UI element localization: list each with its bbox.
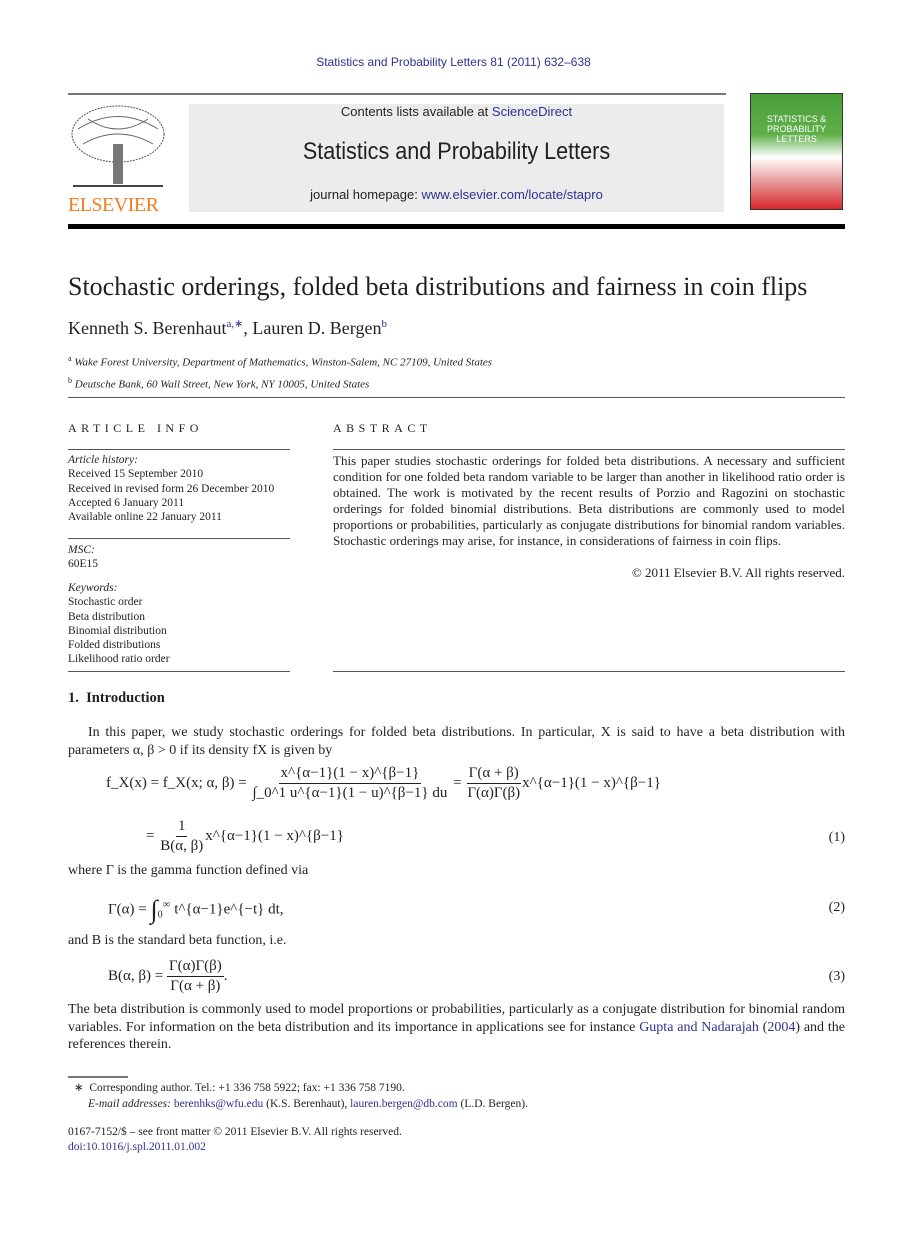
tree-icon bbox=[71, 105, 165, 187]
footnote-corresponding: ∗ Corresponding author. Tel.: +1 336 758… bbox=[74, 1082, 405, 1094]
equation-3: B(α, β) = Γ(α)Γ(β) Γ(α + β). bbox=[108, 958, 228, 994]
paragraph: where Γ is the gamma function defined vi… bbox=[68, 863, 309, 878]
paper-page: Statistics and Probability Letters 81 (2… bbox=[0, 0, 907, 1238]
paragraph: The beta distribution is commonly used t… bbox=[68, 1002, 846, 1052]
abstract-text: This paper studies stochastic orderings … bbox=[333, 453, 845, 548]
email-link[interactable]: berenhks@wfu.edu bbox=[174, 1098, 263, 1110]
abstract-copyright: © 2011 Elsevier B.V. All rights reserved… bbox=[631, 565, 845, 580]
divider bbox=[68, 397, 845, 398]
running-header[interactable]: Statistics and Probability Letters 81 (2… bbox=[0, 55, 907, 69]
equation-number: (1) bbox=[828, 830, 845, 845]
msc: MSC: 60E15 bbox=[68, 544, 99, 571]
keyword: Likelihood ratio order bbox=[68, 653, 170, 666]
divider bbox=[68, 449, 290, 450]
author-list: Kenneth S. Berenhauta,∗, Lauren D. Berge… bbox=[68, 318, 387, 338]
equation-1a: f_X(x) = f_X(x; α, β) = x^{α−1}(1 − x)^{… bbox=[106, 765, 661, 801]
front-matter: 0167-7152/$ – see front matter © 2011 El… bbox=[68, 1126, 402, 1138]
integral-sign: ∫ bbox=[150, 895, 158, 924]
keywords: Keywords: Stochastic order Beta distribu… bbox=[68, 582, 170, 666]
doi-link[interactable]: doi:10.1016/j.spl.2011.01.002 bbox=[68, 1140, 206, 1154]
paragraph: In this paper, we study stochastic order… bbox=[68, 725, 845, 758]
section-heading: 1. Introduction bbox=[68, 690, 165, 706]
elsevier-wordmark: ELSEVIER bbox=[68, 194, 159, 216]
footnote-emails: E-mail addresses: berenhks@wfu.edu (K.S.… bbox=[88, 1098, 528, 1110]
article-info-heading: ARTICLE INFO bbox=[68, 421, 203, 435]
affiliations: a Wake Forest University, Department of … bbox=[68, 350, 492, 393]
author-name: Lauren D. Bergen bbox=[252, 318, 382, 338]
journal-cover: STATISTICS & PROBABILITY LETTERS bbox=[750, 93, 843, 210]
article-title: Stochastic orderings, folded beta distri… bbox=[68, 272, 808, 301]
sciencedirect-link[interactable]: ScienceDirect bbox=[492, 104, 572, 119]
thick-divider bbox=[68, 224, 845, 229]
keyword: Folded distributions bbox=[68, 639, 161, 652]
elsevier-logo: ELSEVIER bbox=[68, 104, 168, 216]
homepage-line: journal homepage: www.elsevier.com/locat… bbox=[310, 187, 603, 202]
author-affiliation-mark[interactable]: a,∗ bbox=[226, 318, 243, 330]
divider bbox=[68, 671, 290, 672]
equation-2: Γ(α) = ∫0∞ t^{α−1}e^{−t} dt, bbox=[108, 895, 284, 924]
divider bbox=[333, 449, 845, 450]
divider bbox=[68, 93, 726, 95]
history-item: Received 15 September 2010 bbox=[68, 468, 204, 481]
history-item: Received in revised form 26 December 201… bbox=[68, 482, 275, 495]
email-link[interactable]: lauren.bergen@db.com bbox=[350, 1098, 457, 1110]
citation-link[interactable]: Gupta and Nadarajah bbox=[639, 1020, 759, 1035]
history-item: Available online 22 January 2011 bbox=[68, 511, 222, 524]
keyword: Binomial distribution bbox=[68, 624, 167, 637]
citation-link[interactable]: 2004 bbox=[767, 1020, 795, 1035]
history-item: Accepted 6 January 2011 bbox=[68, 496, 185, 509]
masthead-box: Contents lists available at ScienceDirec… bbox=[189, 104, 724, 212]
author-affiliation-mark[interactable]: b bbox=[381, 318, 387, 330]
footnote-divider bbox=[68, 1076, 128, 1078]
article-history: Article history: Received 15 September 2… bbox=[68, 453, 290, 524]
journal-title: Statistics and Probability Letters bbox=[302, 138, 611, 165]
contents-line: Contents lists available at ScienceDirec… bbox=[340, 104, 573, 119]
paragraph: and B is the standard beta function, i.e… bbox=[68, 933, 287, 948]
equation-number: (2) bbox=[828, 900, 845, 915]
author-name: Kenneth S. Berenhaut bbox=[68, 318, 227, 338]
divider bbox=[68, 538, 290, 539]
keyword: Beta distribution bbox=[68, 610, 145, 623]
affiliation: b Deutsche Bank, 60 Wall Street, New Yor… bbox=[68, 375, 370, 391]
equation-1b: = 1 B(α, β) x^{α−1}(1 − x)^{β−1} bbox=[146, 818, 344, 854]
homepage-link[interactable]: www.elsevier.com/locate/stapro bbox=[421, 187, 602, 202]
divider bbox=[333, 671, 845, 672]
equation-number: (3) bbox=[828, 969, 845, 984]
affiliation: a Wake Forest University, Department of … bbox=[68, 354, 493, 369]
keyword: Stochastic order bbox=[68, 596, 143, 609]
abstract-heading: ABSTRACT bbox=[333, 421, 432, 435]
